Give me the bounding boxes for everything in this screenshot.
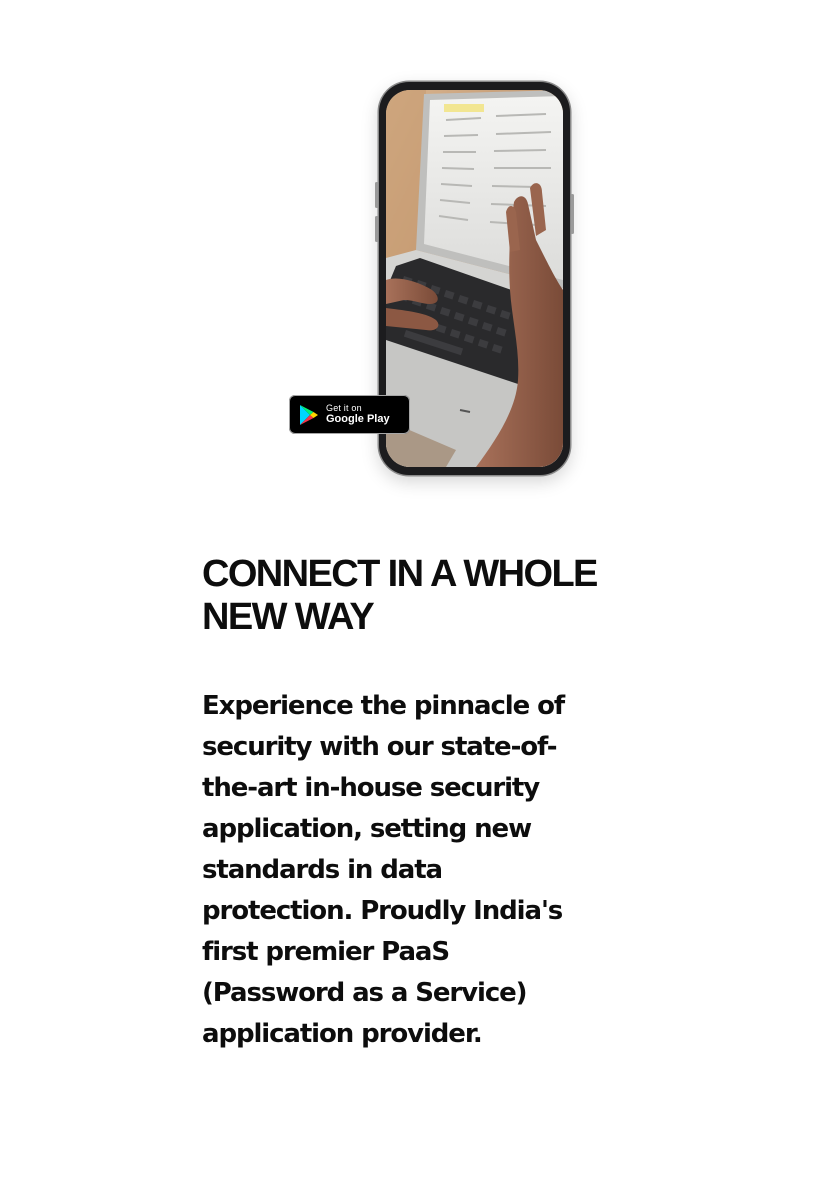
google-play-store-name: Google Play: [326, 413, 390, 425]
google-play-badge[interactable]: Get it on Google Play: [289, 395, 410, 434]
google-play-small-text: Get it on: [326, 403, 362, 413]
page-headline: CONNECT IN A WHOLE NEW WAY: [202, 553, 598, 638]
phone-screen-image: [386, 90, 563, 467]
page-description: Experience the pinnacle of security with…: [202, 691, 565, 1049]
phone-power-button: [571, 194, 574, 234]
phone-volume-down-button: [375, 216, 378, 242]
google-play-badge-text: Get it on Google Play: [326, 404, 390, 425]
laptop-typing-illustration: [386, 90, 563, 467]
google-play-icon: [300, 404, 318, 425]
phone-volume-up-button: [375, 182, 378, 208]
